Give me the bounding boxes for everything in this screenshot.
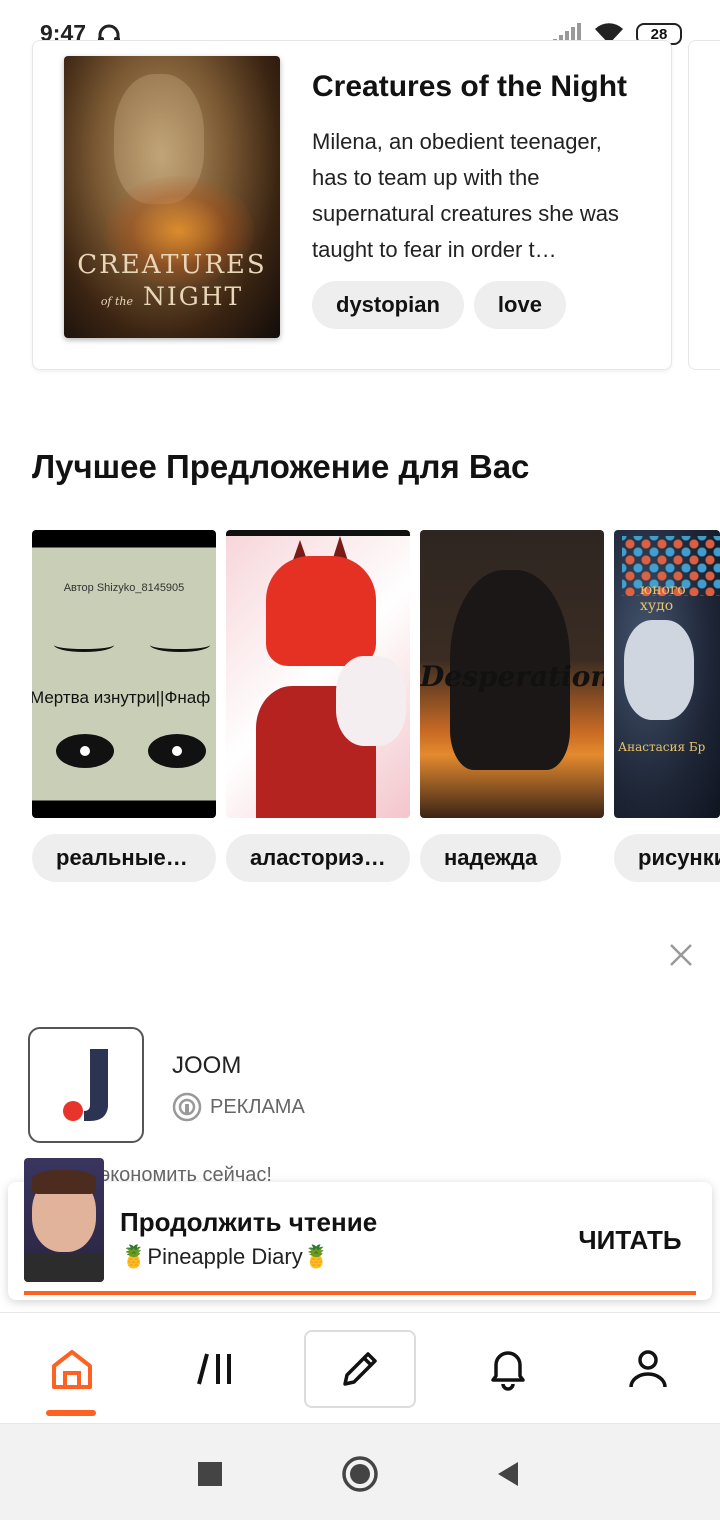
advertiser-logo[interactable] bbox=[28, 1027, 144, 1143]
nav-write[interactable] bbox=[304, 1330, 416, 1408]
cover-title-line1: CREATURES bbox=[77, 250, 267, 280]
recommendation-item[interactable]: юного худо Анастасия Бр рисунки bbox=[614, 530, 720, 882]
recommendation-cover[interactable]: юного худо Анастасия Бр bbox=[614, 530, 720, 818]
joom-logo-icon bbox=[63, 1049, 108, 1121]
next-book-card[interactable] bbox=[688, 40, 720, 370]
square-icon bbox=[198, 1462, 222, 1486]
cover-author: Автор Shizyko_8145905 bbox=[63, 582, 185, 594]
back-triangle-icon bbox=[498, 1462, 518, 1486]
book-description: Milena, an obedient teenager, has to tea… bbox=[312, 129, 619, 262]
book-tags: dystopian love bbox=[312, 281, 566, 329]
cover-title: юного худо bbox=[640, 582, 686, 614]
advertiser-name[interactable]: JOOM bbox=[172, 1052, 241, 1080]
recommendation-item[interactable]: аласториэ… bbox=[226, 530, 410, 882]
closed-eye-art bbox=[54, 638, 114, 652]
cover-author: Анастасия Бр bbox=[618, 740, 706, 754]
cover-title-line2: of the NIGHT bbox=[64, 282, 280, 311]
read-button[interactable]: ЧИТАТЬ bbox=[560, 1220, 700, 1260]
cover-art bbox=[266, 556, 376, 666]
recommendation-item[interactable]: Автор Shizyko_8145905 Мертва изнутри||Фн… bbox=[32, 530, 216, 882]
nav-profile[interactable] bbox=[592, 1313, 704, 1425]
cover-art bbox=[32, 1170, 96, 1194]
library-icon bbox=[197, 1353, 231, 1385]
home-icon bbox=[52, 1350, 92, 1389]
recommendation-cover[interactable]: Desperation bbox=[420, 530, 604, 818]
cover-art bbox=[336, 656, 406, 746]
cover-art bbox=[24, 1254, 104, 1282]
cover-art bbox=[624, 620, 694, 720]
cover-title: Мертва изнутри||Фнаф bbox=[32, 688, 211, 707]
cover-of-the: of the bbox=[100, 295, 134, 308]
cover-night: NIGHT bbox=[142, 282, 244, 311]
nav-library[interactable] bbox=[162, 1313, 274, 1425]
tag-chip[interactable]: рисунки bbox=[614, 834, 720, 882]
tag-chip[interactable]: надежда bbox=[420, 834, 562, 882]
continue-reading-cover[interactable] bbox=[24, 1158, 104, 1282]
continue-reading-story: 🍍Pineapple Diary🍍 bbox=[120, 1244, 331, 1269]
continue-reading-title: Продолжить чтение bbox=[120, 1207, 378, 1237]
nav-home[interactable] bbox=[16, 1313, 128, 1425]
recommendations-carousel[interactable]: Автор Shizyko_8145905 Мертва изнутри||Фн… bbox=[32, 530, 720, 890]
notifications-icon bbox=[491, 1351, 525, 1391]
profile-icon bbox=[629, 1350, 667, 1388]
section-title: Лучшее Предложение для Вас bbox=[32, 448, 530, 485]
tag-chip[interactable]: аласториэ… bbox=[226, 834, 410, 882]
eye-art bbox=[148, 734, 206, 768]
recommendation-cover[interactable]: Автор Shizyko_8145905 Мертва изнутри||Фн… bbox=[32, 530, 216, 818]
reading-progress-fill bbox=[24, 1291, 696, 1295]
system-nav-bar bbox=[0, 1424, 720, 1520]
cover-title: Desperation bbox=[420, 660, 604, 693]
close-icon[interactable] bbox=[666, 940, 696, 970]
ad-label-text: РЕКЛАМА bbox=[210, 1095, 305, 1118]
write-icon bbox=[343, 1352, 377, 1386]
recents-button[interactable] bbox=[190, 1454, 230, 1494]
active-tab-indicator bbox=[46, 1410, 96, 1416]
book-title[interactable]: Creatures of the Night bbox=[312, 70, 627, 104]
eye-art bbox=[56, 734, 114, 768]
tag-chip[interactable]: dystopian bbox=[312, 281, 464, 329]
nav-notifications[interactable] bbox=[452, 1313, 564, 1425]
closed-eye-art bbox=[150, 638, 210, 652]
tag-chip[interactable]: love bbox=[473, 281, 566, 329]
recommendation-cover[interactable] bbox=[226, 530, 410, 818]
book-cover[interactable]: CREATURES of the NIGHT bbox=[64, 56, 280, 338]
ad-label: РЕКЛАМА bbox=[172, 1092, 305, 1122]
tag-chip[interactable]: реальные… bbox=[32, 834, 216, 882]
recommendation-item[interactable]: Desperation надежда bbox=[420, 530, 604, 882]
ad-info-icon bbox=[172, 1092, 202, 1122]
reading-progress bbox=[24, 1291, 696, 1295]
home-system-button[interactable] bbox=[340, 1454, 380, 1494]
circle-icon bbox=[342, 1456, 378, 1492]
back-button[interactable] bbox=[488, 1454, 528, 1494]
